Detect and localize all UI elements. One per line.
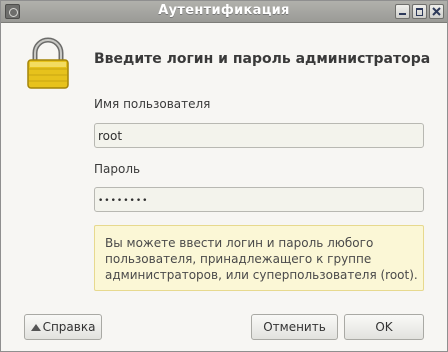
ok-button[interactable]: OK [344,314,424,340]
help-button[interactable]: Справка [24,314,102,340]
info-line: администраторов, или суперпользователя (… [105,268,418,282]
minimize-icon[interactable] [395,4,410,19]
info-box: Вы можете ввести логин и пароль любого п… [94,225,424,291]
lock-icon [27,37,69,89]
close-icon[interactable] [429,4,444,19]
password-field[interactable]: •••••••• [94,187,424,212]
dialog-heading: Введите логин и пароль администратора [94,51,431,67]
title-bar[interactable]: Аутентификация [1,1,447,23]
help-button-label: Справка [42,320,96,334]
username-field[interactable]: root [94,123,424,148]
username-label: Имя пользователя [94,97,211,111]
cancel-button[interactable]: Отменить [251,314,338,340]
password-label: Пароль [94,162,141,176]
auth-dialog-window: Аутентификация Введите логин и пароль ад… [0,0,448,352]
triangle-up-icon [30,324,41,331]
info-line: пользователя, принадлежащего к группе [105,252,372,266]
window-title: Аутентификация [158,3,290,18]
info-line: Вы можете ввести логин и пароль любого [105,236,374,250]
maximize-icon[interactable] [412,4,427,19]
